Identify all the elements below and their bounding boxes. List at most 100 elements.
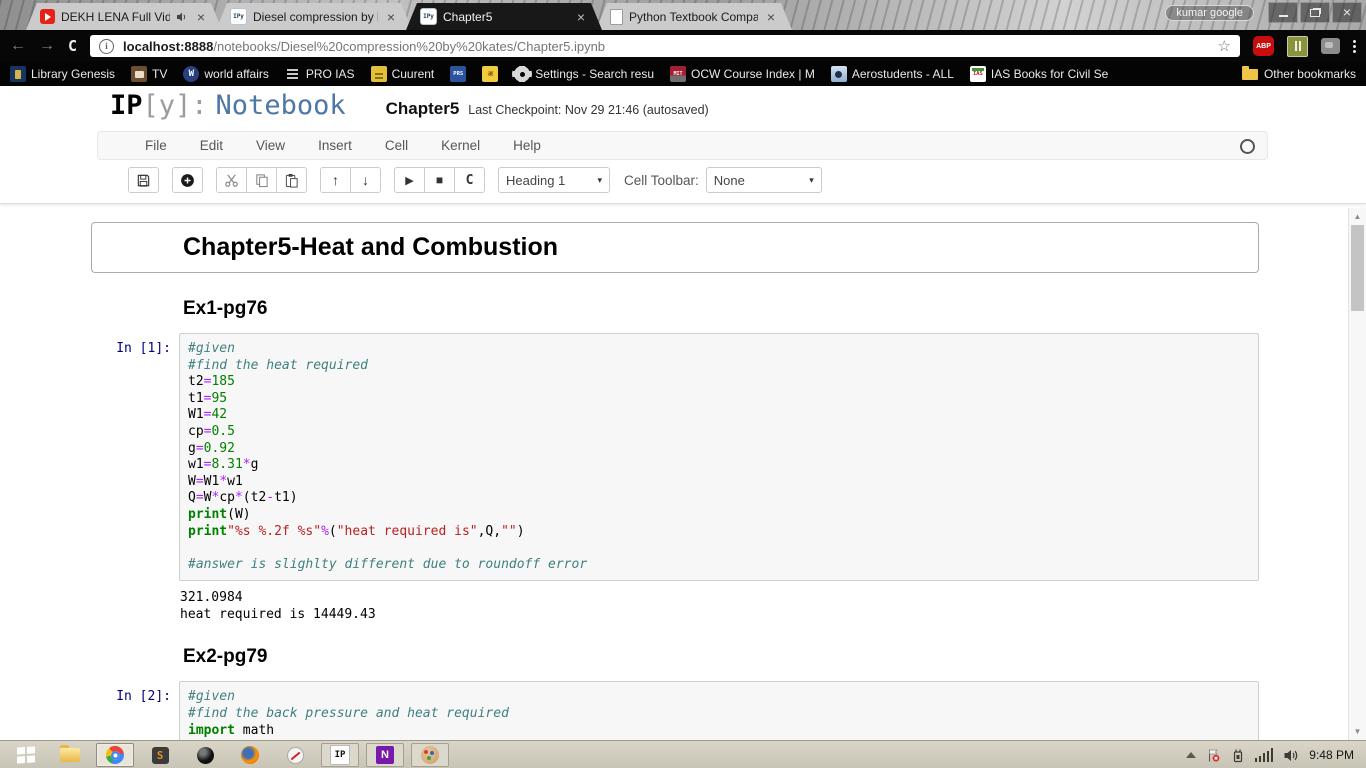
bookmark-label: world affairs	[204, 67, 268, 81]
paste-cell-button[interactable]	[276, 167, 307, 193]
taskbar-clock[interactable]: 9:48 PM	[1309, 748, 1354, 762]
refresh-icon[interactable]	[68, 37, 77, 55]
heading-cell[interactable]: Chapter5-Heat and Combustion	[91, 222, 1259, 273]
ipython-icon: IPy	[230, 8, 247, 25]
scrollbar-thumb[interactable]	[1351, 225, 1364, 311]
cell-type-select[interactable]: Heading 1	[498, 167, 610, 193]
kernel-idle-indicator-icon	[1240, 139, 1255, 154]
taskbar-onenote[interactable]	[366, 743, 404, 767]
bookmark-star-icon[interactable]	[1218, 37, 1231, 55]
browser-tab[interactable]: Python Textbook Compa	[596, 3, 792, 30]
bookmark-label: Aerostudents - ALL	[852, 67, 954, 81]
add-cell-button[interactable]	[172, 167, 203, 193]
address-bar-row: i localhost:8888/notebooks/Diesel%20comp…	[0, 30, 1366, 62]
code-input-area[interactable]: #given#find the heat requiredt2=185t1=95…	[179, 333, 1259, 581]
profile-badge[interactable]: kumar google	[1165, 5, 1254, 21]
minimize-button[interactable]	[1268, 2, 1298, 23]
menu-file[interactable]: File	[145, 138, 167, 153]
page-info-icon[interactable]: i	[99, 39, 114, 54]
heading-cell[interactable]: Ex1-pg76	[91, 289, 1259, 325]
run-cell-button[interactable]	[394, 167, 425, 193]
paint-icon	[421, 746, 439, 764]
close-button[interactable]	[1332, 2, 1362, 23]
browser-tab[interactable]: IPy Chapter5	[406, 3, 602, 30]
extension-icon[interactable]	[1287, 36, 1308, 57]
bookmark-item[interactable]: Aerostudents - ALL	[831, 66, 954, 82]
scroll-down-icon[interactable]	[1349, 727, 1366, 736]
bookmark-item[interactable]: Library Genesis	[10, 66, 115, 82]
show-hidden-icons-icon[interactable]	[1186, 752, 1196, 758]
bookmark-item[interactable]: MITOCW Course Index | M	[670, 66, 815, 82]
bookmark-item[interactable]: Settings - Search resu	[514, 66, 654, 82]
menu-view[interactable]: View	[256, 138, 285, 153]
tab-title: Chapter5	[443, 10, 568, 24]
ipython-icon: IPy	[420, 8, 437, 25]
adblock-extension-icon[interactable]: ABP	[1253, 36, 1274, 56]
back-icon[interactable]	[10, 38, 26, 54]
cell-list: Chapter5-Heat and CombustionEx1-pg76In […	[91, 222, 1259, 740]
volume-icon[interactable]	[1283, 748, 1299, 763]
browser-menu-icon[interactable]	[1353, 40, 1356, 53]
tab-close-icon[interactable]	[574, 9, 588, 25]
scroll-up-icon[interactable]	[1349, 212, 1366, 221]
action-center-flag-icon[interactable]	[1206, 748, 1221, 763]
copy-cell-button[interactable]	[246, 167, 277, 193]
tab-title: Python Textbook Compa	[629, 10, 758, 24]
url-text[interactable]: localhost:8888/notebooks/Diesel%20compre…	[123, 39, 1209, 54]
menu-kernel[interactable]: Kernel	[441, 138, 480, 153]
ipython-logo[interactable]: IP[y]:Notebook	[110, 90, 346, 121]
browser-tab[interactable]: IPy Diesel compression by ka	[216, 3, 412, 30]
tab-close-icon[interactable]	[764, 9, 778, 25]
bookmark-item[interactable]: PRO IAS	[285, 66, 355, 82]
cut-cell-button[interactable]	[216, 167, 247, 193]
taskbar-explorer[interactable]	[51, 743, 89, 767]
page-scrollbar[interactable]	[1348, 208, 1366, 740]
bookmark-item[interactable]: TV	[131, 66, 167, 82]
heading-cell[interactable]: Ex2-pg79	[91, 637, 1259, 673]
tab-audio-icon[interactable]	[176, 11, 188, 23]
power-plug-icon[interactable]	[1231, 748, 1245, 763]
sublime-icon	[152, 747, 169, 764]
hand-extension-icon[interactable]	[1321, 38, 1340, 54]
tab-close-icon[interactable]	[384, 9, 398, 25]
taskbar-chrome[interactable]	[96, 743, 134, 767]
firefox-icon	[241, 746, 259, 764]
network-signal-icon[interactable]	[1255, 748, 1274, 762]
browser-tab[interactable]: DEKH LENA Full Video	[26, 3, 222, 30]
media-player-icon	[197, 747, 214, 764]
bookmark-item[interactable]: PRS	[450, 66, 466, 82]
menu-edit[interactable]: Edit	[200, 138, 223, 153]
restart-kernel-button[interactable]	[454, 167, 485, 193]
taskbar-snipping-tool[interactable]	[276, 743, 314, 767]
forward-icon[interactable]	[39, 38, 55, 54]
taskbar-ipython[interactable]	[321, 743, 359, 767]
url-path: /notebooks/Diesel%20compression%20by%20k…	[213, 39, 605, 54]
stop-kernel-button[interactable]	[424, 167, 455, 193]
bookmark-item[interactable]: IASIAS Books for Civil Se	[970, 66, 1108, 82]
gear-icon	[514, 66, 530, 82]
bookmark-item[interactable]: Cuurent	[371, 66, 435, 82]
move-cell-down-button[interactable]	[350, 167, 381, 193]
other-bookmarks-button[interactable]: Other bookmarks	[1242, 67, 1356, 81]
save-button[interactable]	[128, 167, 159, 193]
tab-close-icon[interactable]	[194, 9, 208, 25]
code-input-area[interactable]: #given#find the back pressure and heat r…	[179, 681, 1259, 740]
address-bar[interactable]: i localhost:8888/notebooks/Diesel%20comp…	[90, 35, 1240, 57]
taskbar-media-player[interactable]	[186, 743, 224, 767]
taskbar-paint[interactable]	[411, 743, 449, 767]
menu-help[interactable]: Help	[513, 138, 541, 153]
bookmark-item[interactable]: Wworld affairs	[183, 66, 268, 82]
taskbar-firefox[interactable]	[231, 743, 269, 767]
notebook-body: Chapter5-Heat and CombustionEx1-pg76In […	[0, 204, 1349, 740]
menu-cell[interactable]: Cell	[385, 138, 408, 153]
notebook-title[interactable]: Chapter5	[386, 99, 460, 119]
taskbar-sublime[interactable]	[141, 743, 179, 767]
ipython-icon	[330, 745, 350, 765]
cell-toolbar-select[interactable]: None	[706, 167, 822, 193]
taskbar-start-button[interactable]	[6, 743, 44, 767]
tab-title: Diesel compression by ka	[253, 10, 378, 24]
move-cell-up-button[interactable]	[320, 167, 351, 193]
menu-insert[interactable]: Insert	[318, 138, 352, 153]
bookmark-item[interactable]: अ	[482, 66, 498, 82]
restore-button[interactable]	[1300, 2, 1330, 23]
